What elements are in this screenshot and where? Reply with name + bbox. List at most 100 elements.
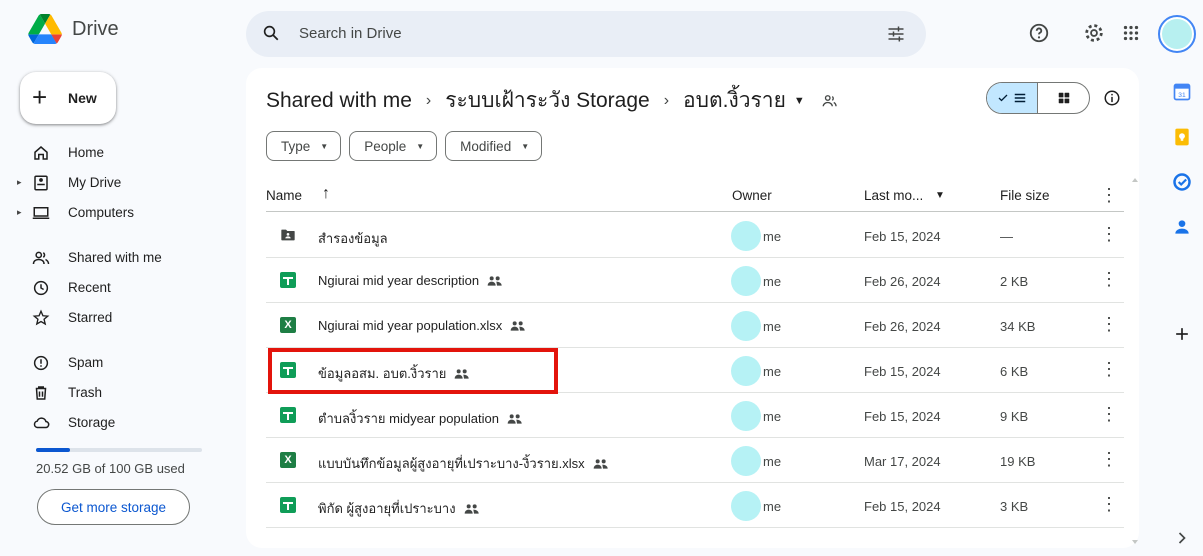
search-bar[interactable]: Search in Drive	[246, 11, 926, 57]
info-icon[interactable]	[1103, 89, 1121, 107]
file-size: 9 KB	[1000, 409, 1029, 424]
sidebar-item-my-drive[interactable]: ▸ My Drive	[0, 168, 230, 198]
grid-view-button[interactable]	[1038, 83, 1089, 113]
modified-date: Mar 17, 2024	[864, 454, 941, 469]
scrollbar[interactable]	[1132, 176, 1138, 546]
more-actions-icon[interactable]: ⋮	[1100, 225, 1118, 245]
expand-caret-icon[interactable]: ▸	[17, 177, 23, 189]
owner-text: me	[763, 274, 782, 289]
more-actions-icon[interactable]: ⋮	[1100, 405, 1118, 425]
cloud-icon	[33, 417, 50, 429]
storage-usage-bar	[36, 448, 202, 452]
table-row[interactable]: สำรองข้อมูล me Feb 15, 2024 — ⋮	[266, 213, 1124, 258]
collapse-panel-icon[interactable]	[1172, 528, 1192, 548]
breadcrumb-item-storage[interactable]: ระบบเฝ้าระวัง Storage	[445, 84, 649, 117]
owner-avatar	[731, 491, 761, 521]
expand-caret-icon[interactable]: ▸	[17, 207, 23, 219]
sidebar-item-recent[interactable]: Recent	[0, 273, 230, 303]
more-actions-icon[interactable]: ⋮	[1100, 270, 1118, 290]
more-actions-icon[interactable]: ⋮	[1100, 360, 1118, 380]
storage-usage-fill	[36, 448, 71, 452]
sheets-file-icon	[280, 272, 296, 288]
get-more-storage-button[interactable]: Get more storage	[37, 489, 190, 525]
file-name[interactable]: แบบบันทึกข้อมูลผู้สูงอายุที่เปราะบาง-งิ้…	[318, 453, 609, 474]
star-icon	[32, 309, 50, 326]
shared-people-icon	[593, 458, 608, 469]
owner-text: me	[763, 364, 782, 379]
chip-label: Type	[281, 138, 311, 154]
keep-icon[interactable]	[1172, 127, 1192, 147]
file-size: 2 KB	[1000, 274, 1029, 289]
owner-text: me	[763, 454, 782, 469]
owner-text: me	[763, 409, 782, 424]
sidebar-item-starred[interactable]: Starred	[0, 303, 230, 333]
new-button[interactable]: + New	[20, 72, 116, 124]
sheets-file-icon	[280, 407, 296, 423]
drive-logo[interactable]: Drive	[28, 14, 119, 44]
more-actions-icon[interactable]: ⋮	[1100, 495, 1118, 515]
sort-ascending-icon[interactable]: ↑	[322, 185, 330, 203]
table-row[interactable]: พิกัด ผู้สูงอายุที่เปราะบาง me Feb 15, 202…	[266, 483, 1124, 528]
shared-people-icon	[464, 503, 479, 514]
file-name-text: Ngiurai mid year population.xlsx	[318, 318, 503, 333]
table-row[interactable]: X แบบบันทึกข้อมูลผู้สูงอายุที่เปราะบาง-งิ…	[266, 438, 1124, 483]
file-name[interactable]: พิกัด ผู้สูงอายุที่เปราะบาง	[318, 498, 480, 519]
file-name[interactable]: Ngiurai mid year description	[318, 273, 503, 288]
shared-people-icon	[510, 320, 525, 331]
chip-dropdown-icon: ▼	[416, 141, 425, 151]
column-options-icon[interactable]: ⋮	[1100, 185, 1118, 206]
chip-label: Modified	[460, 138, 512, 154]
tasks-icon[interactable]	[1172, 172, 1192, 192]
sidebar-item-shared-with-me[interactable]: Shared with me	[0, 243, 230, 273]
file-name[interactable]: Ngiurai mid year population.xlsx	[318, 318, 526, 333]
highlight-box	[268, 348, 558, 394]
shared-people-icon	[507, 413, 522, 424]
file-name[interactable]: สำรองข้อมูล	[318, 228, 388, 249]
filter-modified-chip[interactable]: Modified ▼	[445, 131, 543, 161]
account-avatar[interactable]	[1158, 15, 1196, 53]
help-icon[interactable]	[1028, 22, 1050, 44]
modified-date: Feb 26, 2024	[864, 319, 941, 334]
breadcrumb-item-shared[interactable]: Shared with me	[266, 89, 412, 113]
search-options-icon[interactable]	[886, 24, 906, 44]
search-input[interactable]: Search in Drive	[299, 25, 402, 42]
sidebar-item-label: Storage	[68, 415, 116, 430]
sidebar-item-label: My Drive	[68, 175, 122, 190]
list-view-button[interactable]	[987, 83, 1039, 113]
more-actions-icon[interactable]: ⋮	[1100, 315, 1118, 335]
file-name-text: พิกัด ผู้สูงอายุที่เปราะบาง	[318, 501, 456, 516]
modified-date: Feb 15, 2024	[864, 364, 941, 379]
sidebar-item-spam[interactable]: Spam	[0, 348, 230, 378]
sidebar-item-home[interactable]: Home	[0, 138, 230, 168]
search-icon[interactable]	[262, 24, 280, 42]
file-name[interactable]: ตำบลงิ้วราย midyear population	[318, 408, 523, 429]
calendar-icon[interactable]: 31	[1172, 82, 1192, 102]
sidebar-item-trash[interactable]: Trash	[0, 378, 230, 408]
column-header-name[interactable]: Name	[266, 188, 302, 203]
owner-avatar	[731, 401, 761, 431]
table-row[interactable]: ตำบลงิ้วราย midyear population me Feb 15, …	[266, 393, 1124, 438]
sort-dropdown-icon[interactable]: ▼	[935, 190, 945, 201]
column-header-modified[interactable]: Last mo...	[864, 188, 923, 203]
more-actions-icon[interactable]: ⋮	[1100, 450, 1118, 470]
file-size: 34 KB	[1000, 319, 1036, 334]
folder-menu-dropdown-icon[interactable]: ▼	[794, 95, 805, 107]
add-addon-icon[interactable]	[1172, 324, 1192, 344]
svg-text:31: 31	[1178, 92, 1186, 99]
sidebar-item-computers[interactable]: ▸ Computers	[0, 198, 230, 228]
owner-avatar	[731, 311, 761, 341]
breadcrumb-item-current[interactable]: อบต.งิ้วราย	[683, 84, 786, 117]
file-name-text: ตำบลงิ้วราย midyear population	[318, 411, 499, 426]
sidebar-item-storage[interactable]: Storage	[0, 408, 230, 438]
plus-icon: +	[32, 82, 48, 112]
new-button-label: New	[68, 90, 97, 106]
table-row[interactable]: X Ngiurai mid year population.xlsx me Feb 2…	[266, 303, 1124, 348]
filter-people-chip[interactable]: People ▼	[349, 131, 438, 161]
sidebar-item-label: Recent	[68, 280, 111, 295]
contacts-icon[interactable]	[1172, 217, 1192, 237]
table-row[interactable]: Ngiurai mid year description me Feb 26, 20…	[266, 258, 1124, 303]
file-name-text: แบบบันทึกข้อมูลผู้สูงอายุที่เปราะบาง-งิ้…	[318, 456, 585, 471]
filter-type-chip[interactable]: Type ▼	[266, 131, 342, 161]
settings-icon[interactable]	[1083, 22, 1105, 44]
apps-grid-icon[interactable]	[1120, 22, 1142, 44]
